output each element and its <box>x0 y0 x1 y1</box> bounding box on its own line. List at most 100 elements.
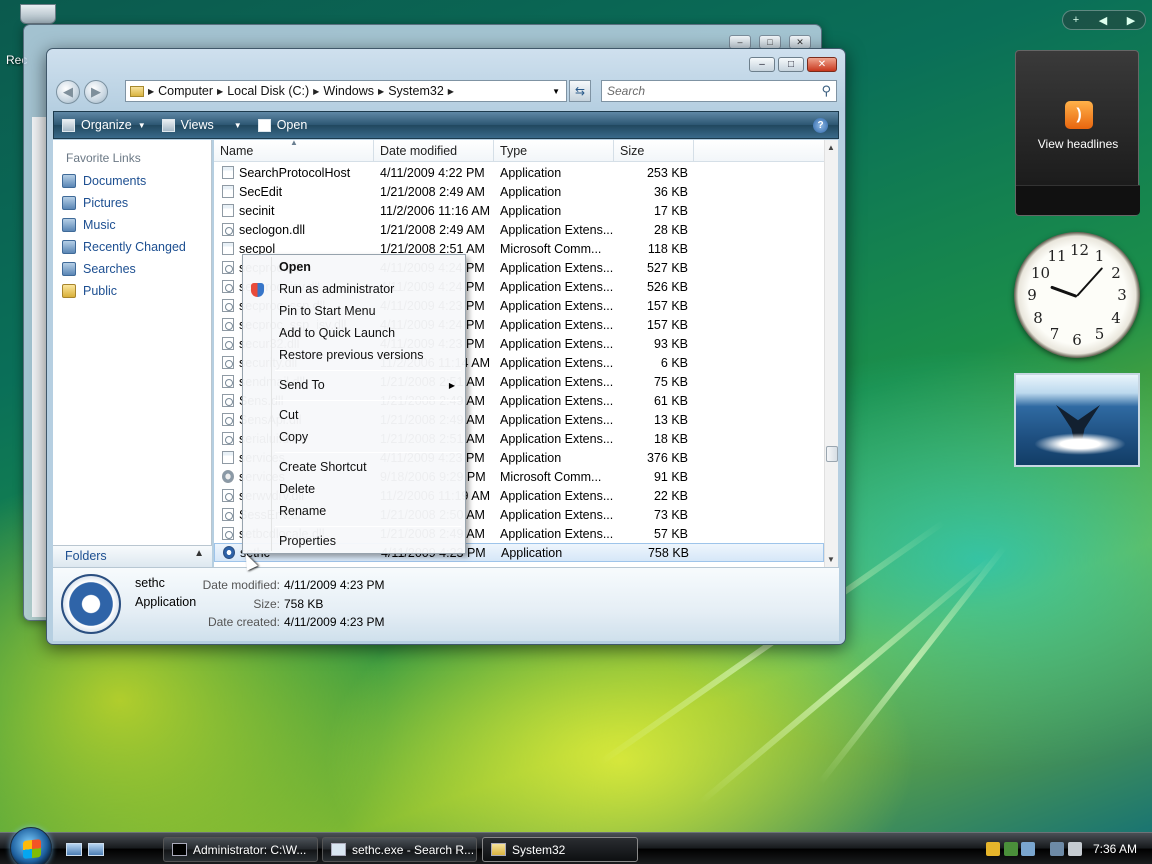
cell-size: 157 KB <box>646 317 688 332</box>
security-shield-icon[interactable] <box>986 842 1000 856</box>
cell-date-modified: 1/21/2008 2:49 AM <box>380 222 485 237</box>
column-name-label: Name <box>220 144 254 158</box>
favorite-links-title: Favorite Links <box>66 151 141 165</box>
chevron-down-icon: ▼ <box>233 120 242 130</box>
file-name: seclogon.dll <box>239 222 306 237</box>
menu-item-cut[interactable]: Cut <box>279 408 298 422</box>
column-size[interactable]: Size <box>614 140 694 161</box>
minimize-icon[interactable]: – <box>729 35 751 49</box>
table-row[interactable]: secinit 11/2/2006 11:16 AM Application 17 K… <box>214 201 824 220</box>
close-icon[interactable]: ✕ <box>789 35 811 49</box>
menu-item-rename[interactable]: Rename <box>279 504 326 518</box>
cell-type: Microsoft Comm... <box>500 469 602 484</box>
sidebar-item-pictures[interactable]: Pictures <box>62 196 128 210</box>
menu-item-delete[interactable]: Delete <box>279 482 315 496</box>
menu-item-pin-to-start-menu[interactable]: Pin to Start Menu <box>279 304 376 318</box>
organize-button[interactable]: Organize ▼ <box>54 118 154 132</box>
close-button[interactable]: ✕ <box>807 57 837 72</box>
sort-ascending-icon: ▲ <box>290 140 298 147</box>
column-header-row: ▲ Name Date modified Type Size <box>214 140 824 162</box>
taskbar-item-command-prompt[interactable]: Administrator: C:\W... <box>163 837 318 862</box>
feed-headlines-gadget[interactable]: ) View headlines <box>1015 50 1140 216</box>
update-icon[interactable] <box>1004 842 1018 856</box>
network-icon[interactable] <box>1050 842 1064 856</box>
cell-size: 36 KB <box>653 184 688 199</box>
water-splash <box>1034 433 1126 455</box>
add-gadget-icon[interactable]: + <box>1073 14 1079 26</box>
help-icon[interactable]: ? <box>813 118 828 133</box>
recycle-bin-icon[interactable] <box>20 4 56 24</box>
volume-muted-icon[interactable] <box>1068 842 1082 856</box>
maximize-icon[interactable]: □ <box>759 35 781 49</box>
back-button[interactable]: ◀ <box>56 80 80 104</box>
menu-item-open[interactable]: Open <box>279 260 311 274</box>
table-row[interactable]: seclogon.dll 1/21/2008 2:49 AM Application… <box>214 220 824 239</box>
start-button[interactable] <box>10 827 52 864</box>
sidebar-item-label: Searches <box>83 262 136 276</box>
device-icon[interactable] <box>1021 842 1035 856</box>
breadcrumb-arrow-icon[interactable]: ▶ <box>448 87 454 96</box>
sidebar-item-searches[interactable]: Searches <box>62 262 136 276</box>
cell-size: 758 KB <box>647 545 689 560</box>
folders-toggle[interactable]: Folders ▲ <box>53 545 212 567</box>
dll-file-icon <box>222 318 234 331</box>
sidebar-item-public[interactable]: Public <box>62 284 117 298</box>
show-desktop-icon[interactable] <box>66 843 82 856</box>
search-input[interactable]: Search ⚲ <box>601 80 837 102</box>
column-type[interactable]: Type <box>494 140 614 161</box>
breadcrumb-windows[interactable]: Windows <box>319 84 378 98</box>
menu-item-properties[interactable]: Properties <box>279 534 336 548</box>
breadcrumb-local-disk[interactable]: Local Disk (C:) <box>223 84 313 98</box>
address-bar[interactable]: ▶ Computer ▶ Local Disk (C:) ▶ Windows ▶… <box>125 80 567 102</box>
taskbar-item-search[interactable]: sethc.exe - Search R... <box>322 837 477 862</box>
scrollbar-thumb[interactable] <box>826 446 838 462</box>
cell-type: Application Extens... <box>500 222 614 237</box>
menu-item-create-shortcut[interactable]: Create Shortcut <box>279 460 367 474</box>
column-date-modified[interactable]: Date modified <box>374 140 494 161</box>
navigation-pane: Favorite Links Documents Pictures Music … <box>53 140 212 567</box>
clock-numeral: 4 <box>1111 308 1121 327</box>
maximize-button[interactable]: □ <box>778 57 804 72</box>
menu-item-run-as-administrator[interactable]: Run as administrator <box>279 282 394 296</box>
switch-windows-icon[interactable] <box>88 843 104 856</box>
breadcrumb-system32[interactable]: System32 <box>384 84 448 98</box>
breadcrumb-computer[interactable]: Computer <box>154 84 217 98</box>
cell-size: 526 KB <box>646 279 688 294</box>
table-row[interactable]: SearchProtocolHost 4/11/2009 4:22 PM Appli… <box>214 163 824 182</box>
sethc-app-icon <box>223 546 235 559</box>
minimize-button[interactable]: – <box>749 57 775 72</box>
cell-type: Application Extens... <box>500 507 614 522</box>
refresh-button[interactable]: ⇆ <box>569 80 591 102</box>
clock-gadget[interactable]: 12 1 2 3 4 5 6 7 8 9 10 11 <box>1014 232 1140 358</box>
clock-numeral: 2 <box>1111 263 1121 282</box>
menu-item-send-to[interactable]: Send To <box>279 378 325 392</box>
menu-item-copy[interactable]: Copy <box>279 430 308 444</box>
sethc-app-icon <box>61 574 121 634</box>
scroll-up-icon[interactable]: ▲ <box>827 143 835 152</box>
views-button[interactable]: Views ▼ <box>154 118 250 132</box>
cell-date-modified: 4/11/2009 4:22 PM <box>380 165 485 180</box>
menu-item-add-to-quick-launch[interactable]: Add to Quick Launch <box>279 326 395 340</box>
taskbar-clock[interactable]: 7:36 AM <box>1093 842 1137 856</box>
previous-icon[interactable]: ◀ <box>1099 14 1107 27</box>
address-dropdown-icon[interactable]: ▼ <box>552 87 560 96</box>
sidebar-item-documents[interactable]: Documents <box>62 174 146 188</box>
forward-button[interactable]: ▶ <box>84 80 108 104</box>
view-headlines-label[interactable]: View headlines <box>1016 137 1140 151</box>
slideshow-gadget[interactable] <box>1014 373 1140 467</box>
taskbar-item-label: sethc.exe - Search R... <box>352 842 475 857</box>
sidebar-item-music[interactable]: Music <box>62 218 116 232</box>
scroll-down-icon[interactable]: ▼ <box>827 555 835 564</box>
vertical-scrollbar[interactable]: ▲ ▼ <box>824 140 838 567</box>
next-icon[interactable]: ▶ <box>1127 14 1135 27</box>
column-name[interactable]: ▲ Name <box>214 140 374 161</box>
taskbar-item-system32[interactable]: System32 <box>482 837 638 862</box>
search-icon[interactable]: ⚲ <box>821 83 831 99</box>
sidebar-item-label: Recently Changed <box>83 240 186 254</box>
menu-item-restore-previous-versions[interactable]: Restore previous versions <box>279 348 424 362</box>
table-row[interactable]: SecEdit 1/21/2008 2:49 AM Application 36 KB <box>214 182 824 201</box>
sidebar-item-recently-changed[interactable]: Recently Changed <box>62 240 186 254</box>
dll-file-icon <box>222 299 234 312</box>
open-button[interactable]: Open <box>250 118 316 132</box>
dll-file-icon <box>222 508 234 521</box>
